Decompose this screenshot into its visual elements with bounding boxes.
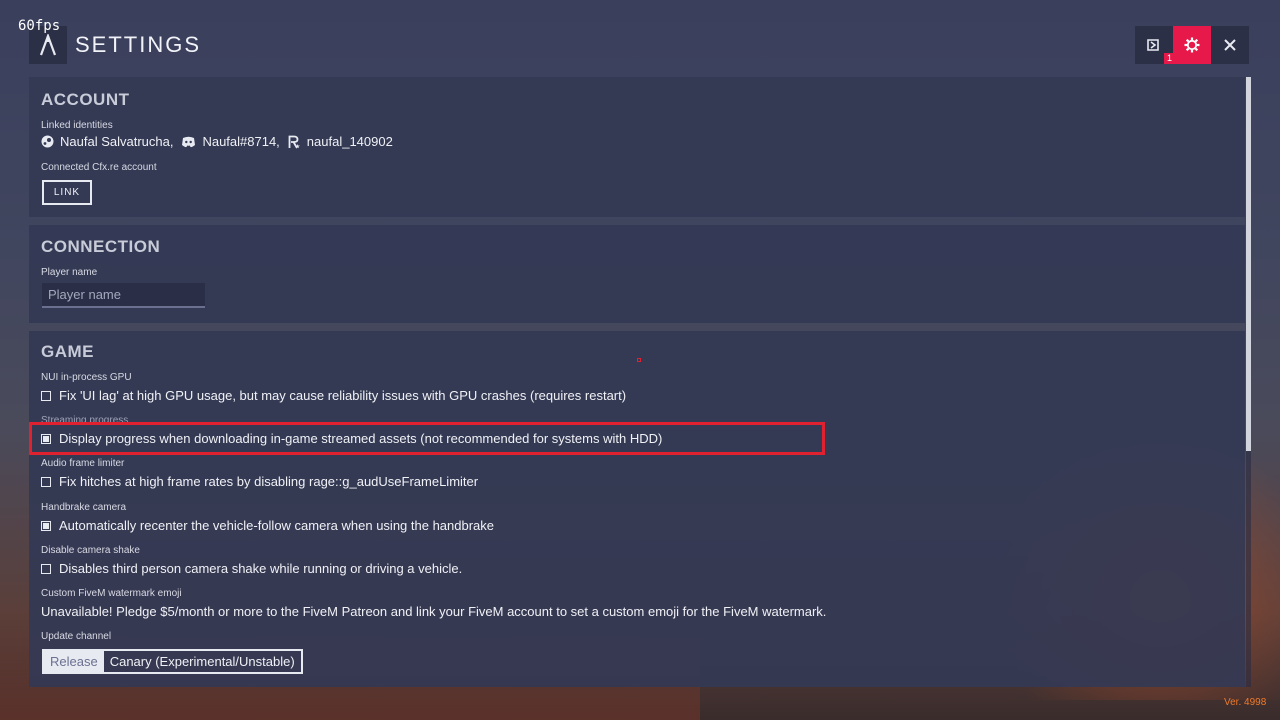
handbrake-camera-text: Automatically recenter the vehicle-follo… [59,518,495,533]
update-channel-selector: Release Canary (Experimental/Unstable) [42,649,303,674]
identity-steam-name: Naufal Salvatrucha, [60,134,174,149]
gear-icon [1184,37,1200,53]
identity-discord: Naufal#8714, [181,134,280,149]
update-channel-label: Update channel [41,631,112,642]
close-icon [1224,39,1236,51]
audio-limiter-text: Fix hitches at high frame rates by disab… [59,474,479,489]
highlight-box [29,422,825,455]
settings-button[interactable] [1173,26,1211,64]
nui-gpu-text: Fix 'UI lag' at high GPU usage, but may … [59,388,627,403]
channel-release-option[interactable]: Release [44,651,104,672]
account-title: ACCOUNT [41,90,130,109]
audio-limiter-checkbox[interactable] [41,476,51,487]
handbrake-camera-option[interactable]: Automatically recenter the vehicle-follo… [41,518,494,533]
window-buttons: 1 [1135,26,1249,64]
link-account-button[interactable]: LINK [42,180,92,205]
player-name-input[interactable] [42,283,205,308]
scrollbar[interactable] [1246,77,1251,687]
rockstar-icon [288,135,300,148]
account-section: ACCOUNT Linked identities Naufal Salvatr… [29,77,1245,217]
identity-steam: Naufal Salvatrucha, [41,134,173,149]
exit-icon [1147,39,1159,51]
exit-game-button[interactable]: 1 [1135,26,1175,64]
identities-row: Naufal Salvatrucha, Naufal#8714, naufal_… [41,134,401,149]
cfx-account-label: Connected Cfx.re account [41,162,157,173]
watermark-emoji-text: Unavailable! Pledge $5/month or more to … [41,604,827,619]
camera-shake-option[interactable]: Disables third person camera shake while… [41,561,462,576]
audio-limiter-option[interactable]: Fix hitches at high frame rates by disab… [41,474,478,489]
player-name-label: Player name [41,267,98,278]
fps-counter: 60fps [18,18,61,34]
connection-title: CONNECTION [41,237,161,256]
cursor-marker [637,358,641,362]
discord-icon [182,136,196,147]
audio-limiter-label: Audio frame limiter [41,458,125,469]
camera-shake-label: Disable camera shake [41,545,140,556]
game-title: GAME [41,342,94,361]
identity-rockstar-name: naufal_140902 [306,134,393,149]
version-label: Ver. 4998 [1224,697,1267,708]
camera-shake-checkbox[interactable] [41,563,51,574]
nui-gpu-option[interactable]: Fix 'UI lag' at high GPU usage, but may … [41,388,626,403]
identity-discord-name: Naufal#8714, [202,134,280,149]
nui-gpu-label: NUI in-process GPU [41,372,132,383]
channel-canary-option[interactable]: Canary (Experimental/Unstable) [104,651,301,672]
handbrake-camera-checkbox[interactable] [41,520,51,531]
identity-rockstar: naufal_140902 [288,134,393,149]
page-title: SETTINGS [75,32,202,57]
close-button[interactable] [1211,26,1249,64]
game-section: GAME NUI in-process GPU Fix 'UI lag' at … [29,331,1245,687]
nui-gpu-checkbox[interactable] [41,390,51,401]
steam-icon [41,135,54,148]
handbrake-camera-label: Handbrake camera [41,502,127,513]
linked-identities-label: Linked identities [41,120,113,131]
watermark-emoji-label: Custom FiveM watermark emoji [41,588,182,599]
connection-section: CONNECTION Player name [29,225,1245,323]
scrollbar-thumb[interactable] [1246,77,1251,451]
camera-shake-text: Disables third person camera shake while… [59,561,463,576]
